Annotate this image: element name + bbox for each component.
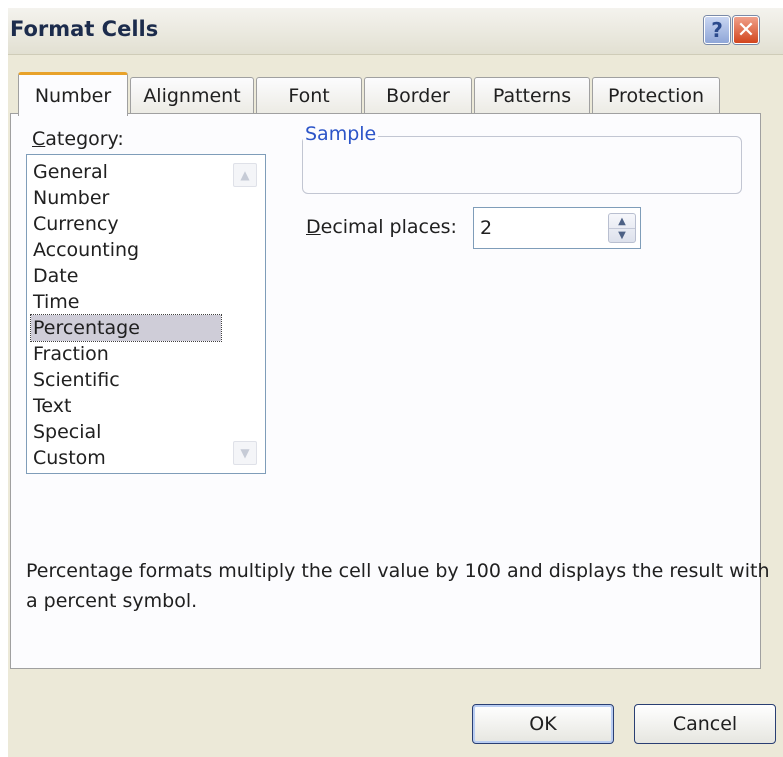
category-item-general[interactable]: General	[31, 159, 108, 185]
tab-alignment[interactable]: Alignment	[130, 77, 254, 114]
category-description: Percentage formats multiply the cell val…	[26, 560, 770, 612]
tab-number[interactable]: Number	[18, 72, 128, 116]
chevron-down-icon: ▼	[240, 446, 250, 460]
tab-patterns[interactable]: Patterns	[474, 77, 590, 114]
cancel-button[interactable]: Cancel	[634, 704, 776, 744]
help-icon: ?	[711, 18, 723, 42]
category-item-number[interactable]: Number	[31, 185, 109, 211]
spin-up-icon: ▲	[618, 215, 626, 227]
chevron-up-icon: ▲	[240, 168, 250, 182]
close-icon: ✕	[736, 17, 756, 43]
category-item-fraction[interactable]: Fraction	[31, 341, 109, 367]
close-button[interactable]: ✕	[733, 16, 759, 44]
ok-button[interactable]: OK	[472, 704, 614, 744]
category-listbox[interactable]: General Number Currency Accounting Date …	[26, 154, 266, 474]
spin-up-button[interactable]: ▲	[609, 214, 635, 229]
sample-label: Sample	[303, 123, 379, 145]
decimal-places-label: Decimal places:	[306, 216, 457, 238]
category-item-special[interactable]: Special	[31, 419, 101, 445]
decimal-places-input[interactable]: 2 ▲ ▼	[473, 207, 641, 249]
tab-font[interactable]: Font	[256, 77, 362, 114]
category-item-time[interactable]: Time	[31, 289, 80, 315]
category-item-date[interactable]: Date	[31, 263, 78, 289]
tab-protection[interactable]: Protection	[592, 77, 720, 114]
spin-down-icon: ▼	[618, 229, 626, 241]
category-label: Category:	[32, 128, 124, 150]
scroll-up-button[interactable]: ▲	[233, 163, 257, 187]
category-item-accounting[interactable]: Accounting	[31, 237, 139, 263]
category-item-scientific[interactable]: Scientific	[31, 367, 120, 393]
category-item-text[interactable]: Text	[31, 393, 71, 419]
spin-down-button[interactable]: ▼	[609, 228, 635, 242]
help-button[interactable]: ?	[704, 16, 730, 44]
category-item-custom[interactable]: Custom	[31, 445, 106, 471]
scroll-down-button[interactable]: ▼	[233, 441, 257, 465]
title-bar[interactable]: Format Cells ? ✕	[8, 8, 783, 55]
sample-group: Sample	[302, 123, 742, 194]
category-item-currency[interactable]: Currency	[31, 211, 119, 237]
decimal-places-value: 2	[480, 217, 493, 239]
decimal-places-spinner[interactable]: ▲ ▼	[608, 213, 636, 243]
dialog-title: Format Cells	[10, 17, 159, 41]
category-item-percentage[interactable]: Percentage	[30, 314, 222, 342]
tab-border[interactable]: Border	[364, 77, 472, 114]
